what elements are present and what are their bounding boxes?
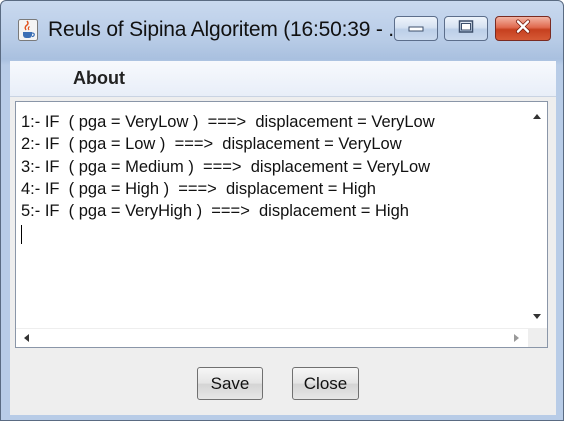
scrollbar-corner — [528, 328, 547, 347]
maximize-icon — [458, 19, 474, 38]
rules-window: Reuls of Sipina Algoritem (16:50:39 - ..… — [0, 0, 564, 421]
maximize-button[interactable] — [444, 16, 488, 41]
minimize-icon — [408, 20, 424, 38]
save-button[interactable]: Save — [197, 367, 263, 400]
java-coffee-cup-icon[interactable] — [18, 19, 38, 41]
scroll-left-arrow-icon[interactable] — [24, 334, 29, 342]
vertical-scrollbar[interactable] — [528, 102, 547, 329]
rule-line: 4:- IF ( pga = High ) ===> displacement … — [21, 179, 376, 198]
content-panel: 1:- IF ( pga = VeryLow ) ===> displaceme… — [10, 97, 556, 415]
menu-about[interactable]: About — [69, 68, 129, 89]
scroll-up-arrow-icon[interactable] — [533, 114, 541, 119]
menu-bar: About — [10, 61, 556, 97]
horizontal-scrollbar[interactable] — [16, 328, 529, 347]
rules-text-area-scrollpane: 1:- IF ( pga = VeryLow ) ===> displaceme… — [15, 101, 548, 348]
scroll-right-arrow-icon[interactable] — [514, 334, 519, 342]
rules-text-area[interactable]: 1:- IF ( pga = VeryLow ) ===> displaceme… — [16, 102, 529, 329]
close-button[interactable]: Close — [292, 367, 359, 400]
minimize-button[interactable] — [394, 16, 438, 41]
close-icon — [515, 19, 531, 38]
title-bar[interactable]: Reuls of Sipina Algoritem (16:50:39 - ..… — [1, 1, 563, 59]
window-title: Reuls of Sipina Algoritem (16:50:39 - ..… — [48, 18, 406, 41]
close-window-button[interactable] — [495, 16, 551, 41]
text-caret-line — [21, 222, 529, 244]
scroll-down-arrow-icon[interactable] — [533, 314, 541, 319]
rule-line: 2:- IF ( pga = Low ) ===> displacement =… — [21, 135, 402, 154]
rule-line: 5:- IF ( pga = VeryHigh ) ===> displacem… — [21, 202, 409, 221]
rule-line: 1:- IF ( pga = VeryLow ) ===> displaceme… — [21, 113, 435, 131]
rule-line: 3:- IF ( pga = Medium ) ===> displacemen… — [21, 157, 431, 176]
text-caret — [21, 224, 22, 244]
